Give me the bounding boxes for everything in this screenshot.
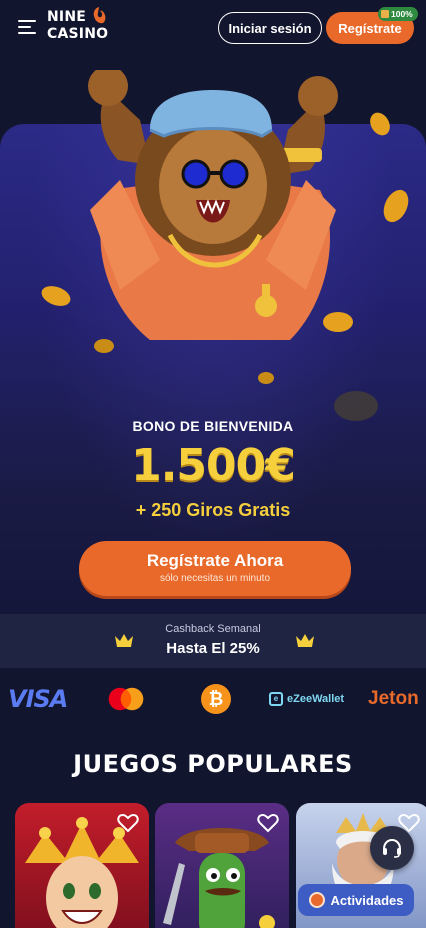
bitcoin-icon: ₿: [201, 684, 231, 714]
register-badge-text: 100%: [391, 9, 413, 19]
logo-text-casino: CASINO: [47, 26, 109, 42]
gift-icon: [381, 10, 389, 18]
game-card-cactus-cowboy[interactable]: [155, 803, 289, 928]
header: NINE CASINO Iniciar sesión Regístrate 10…: [0, 0, 426, 56]
page: NINE CASINO Iniciar sesión Regístrate 10…: [0, 0, 426, 928]
ezeewallet-text: eZeeWallet: [287, 693, 345, 705]
activities-icon: [308, 892, 325, 908]
register-now-button[interactable]: Regístrate Ahora sólo necesitas un minut…: [79, 541, 351, 596]
activities-label: Actividades: [330, 892, 404, 908]
crown-icon: [296, 634, 314, 647]
register-now-label: Regístrate Ahora: [146, 551, 284, 570]
ezeewallet-icon: e: [269, 692, 283, 706]
lion-logo-icon: [93, 7, 106, 24]
register-bonus-badge: 100%: [378, 7, 418, 21]
ezeewallet-logo: e eZeeWallet: [269, 686, 344, 712]
visa-logo: VISA: [8, 685, 68, 713]
activities-button[interactable]: Actividades: [298, 884, 414, 916]
nine-casino-logo[interactable]: NINE CASINO: [47, 7, 117, 47]
cashback-value: Hasta El 25%: [166, 640, 260, 657]
payment-methods-strip: VISA ₿ e eZeeWallet Jeton: [0, 676, 426, 720]
bonus-amount: 1.500€: [131, 440, 296, 491]
support-chat-button[interactable]: [370, 826, 414, 870]
menu-icon[interactable]: [18, 20, 38, 36]
jeton-logo: Jeton: [368, 688, 419, 709]
free-spins-text: + 250 Giros Gratis: [135, 500, 291, 520]
favorite-heart-icon[interactable]: [117, 813, 139, 833]
mastercard-icon: [108, 687, 144, 711]
login-button[interactable]: Iniciar sesión: [218, 12, 322, 44]
popular-games-title: JUEGOS POPULARES: [73, 750, 353, 778]
headset-icon: [383, 838, 401, 858]
bonus-label: BONO DE BIENVENIDA: [132, 418, 294, 434]
favorite-heart-icon[interactable]: [257, 813, 279, 833]
register-now-sublabel: sólo necesitas un minuto: [159, 573, 271, 584]
game-card-joker[interactable]: [15, 803, 149, 928]
weekly-cashback-banner[interactable]: Cashback Semanal Hasta El 25%: [0, 614, 426, 668]
cashback-label: Cashback Semanal: [165, 623, 261, 635]
